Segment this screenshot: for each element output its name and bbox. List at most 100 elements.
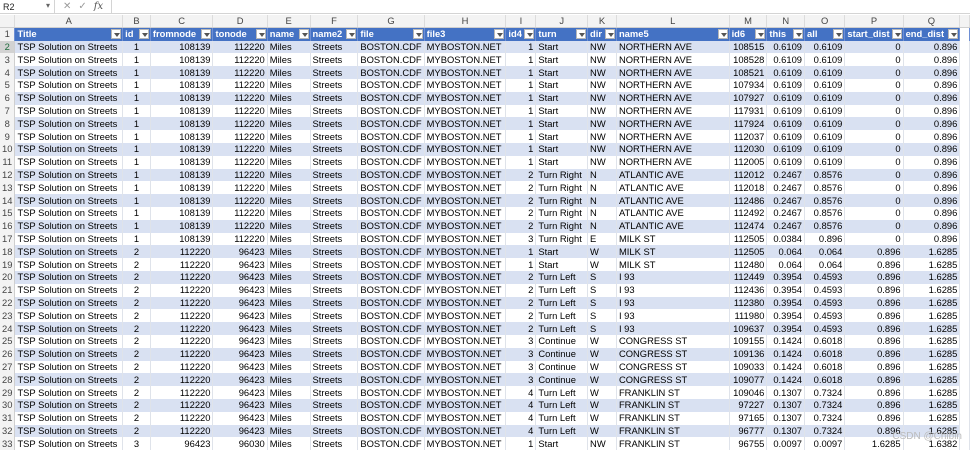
table-cell[interactable]: Miles [267, 194, 311, 207]
table-cell[interactable]: BOSTON.CDF [357, 322, 425, 335]
column-header-g[interactable]: G [357, 15, 425, 29]
table-cell[interactable]: 0.896 [844, 296, 904, 310]
table-cell[interactable]: 0.6109 [766, 91, 806, 105]
table-cell[interactable]: 0.6109 [804, 40, 846, 54]
row-header[interactable]: 2 [0, 40, 16, 54]
empty-cell[interactable] [959, 142, 970, 156]
table-cell[interactable]: BOSTON.CDF [357, 66, 425, 79]
table-cell[interactable]: Turn Left [535, 270, 589, 284]
table-cell[interactable]: BOSTON.CDF [357, 232, 425, 246]
empty-cell[interactable] [959, 53, 970, 67]
empty-cell[interactable] [959, 411, 970, 425]
empty-cell[interactable] [959, 283, 970, 297]
empty-cell[interactable] [959, 130, 970, 143]
table-cell[interactable]: 0.896 [903, 78, 961, 92]
table-cell[interactable]: BOSTON.CDF [357, 386, 425, 399]
table-cell[interactable]: 1.6285 [903, 373, 961, 387]
table-cell[interactable]: Streets [310, 91, 359, 105]
table-cell[interactable]: MYBOSTON.NET [424, 245, 507, 259]
row-header[interactable]: 12 [0, 168, 16, 182]
table-cell[interactable]: Streets [310, 398, 359, 412]
table-cell[interactable]: Turn Right [535, 168, 589, 182]
empty-cell[interactable] [959, 155, 970, 169]
table-cell[interactable]: 2 [122, 411, 151, 425]
table-cell[interactable]: 2 [505, 283, 537, 297]
table-cell[interactable]: MYBOSTON.NET [424, 347, 507, 361]
table-cell[interactable]: MYBOSTON.NET [424, 386, 507, 399]
table-header-cell[interactable]: id4 [505, 27, 537, 41]
table-cell[interactable]: Continue [535, 347, 589, 361]
table-cell[interactable]: 2 [505, 309, 537, 323]
table-cell[interactable]: 0.4593 [804, 309, 846, 323]
table-cell[interactable]: 1 [122, 142, 151, 156]
table-cell[interactable]: N [587, 168, 617, 182]
table-cell[interactable]: 0.6109 [766, 53, 806, 67]
table-cell[interactable]: 112220 [150, 283, 214, 297]
table-cell[interactable]: 2 [122, 424, 151, 438]
table-cell[interactable]: 0.6109 [804, 66, 846, 79]
table-cell[interactable]: 2 [505, 168, 537, 182]
table-cell[interactable]: 112220 [150, 296, 214, 310]
table-cell[interactable]: TSP Solution on Streets [14, 437, 124, 450]
table-cell[interactable]: TSP Solution on Streets [14, 322, 124, 335]
table-cell[interactable]: Miles [267, 334, 311, 348]
table-cell[interactable]: 109155 [729, 334, 768, 348]
table-cell[interactable]: NORTHERN AVE [616, 78, 730, 92]
table-header-cell[interactable]: file [357, 27, 425, 41]
table-cell[interactable]: 0.8576 [804, 168, 846, 182]
table-cell[interactable]: 1.6285 [903, 398, 961, 412]
table-cell[interactable]: BOSTON.CDF [357, 360, 425, 374]
table-cell[interactable]: NORTHERN AVE [616, 66, 730, 79]
table-cell[interactable]: MYBOSTON.NET [424, 155, 507, 169]
table-cell[interactable]: FRANKLIN ST [616, 411, 730, 425]
row-header[interactable]: 5 [0, 78, 16, 92]
table-cell[interactable]: 112380 [729, 296, 768, 310]
table-cell[interactable]: NW [587, 130, 617, 143]
table-cell[interactable]: MILK ST [616, 245, 730, 259]
table-cell[interactable]: 2 [122, 296, 151, 310]
empty-cell[interactable] [959, 206, 970, 220]
table-cell[interactable]: 0.4593 [804, 283, 846, 297]
table-cell[interactable]: 0 [844, 117, 904, 131]
table-cell[interactable]: 0.0097 [766, 437, 806, 450]
table-cell[interactable]: NW [587, 117, 617, 131]
table-cell[interactable]: N [587, 181, 617, 195]
table-cell[interactable]: MYBOSTON.NET [424, 373, 507, 387]
table-cell[interactable]: 0.6109 [766, 155, 806, 169]
table-cell[interactable]: 1 [505, 104, 537, 118]
table-cell[interactable]: 0.064 [766, 245, 806, 259]
table-cell[interactable]: 0.896 [844, 309, 904, 323]
table-cell[interactable]: Miles [267, 360, 311, 374]
table-cell[interactable]: 112220 [212, 40, 268, 54]
table-cell[interactable]: TSP Solution on Streets [14, 334, 124, 348]
table-cell[interactable]: 96423 [212, 411, 268, 425]
table-cell[interactable]: BOSTON.CDF [357, 142, 425, 156]
table-cell[interactable]: 108521 [729, 66, 768, 79]
table-cell[interactable]: Miles [267, 53, 311, 67]
table-cell[interactable]: TSP Solution on Streets [14, 398, 124, 412]
row-header[interactable]: 11 [0, 155, 16, 169]
table-cell[interactable]: 0 [844, 219, 904, 233]
table-cell[interactable]: S [587, 283, 617, 297]
table-cell[interactable]: BOSTON.CDF [357, 334, 425, 348]
table-cell[interactable]: 2 [505, 296, 537, 310]
table-cell[interactable]: MYBOSTON.NET [424, 309, 507, 323]
table-cell[interactable]: Turn Right [535, 194, 589, 207]
table-cell[interactable]: BOSTON.CDF [357, 270, 425, 284]
table-cell[interactable]: 0.896 [903, 181, 961, 195]
table-cell[interactable]: MYBOSTON.NET [424, 117, 507, 131]
column-header-l[interactable]: L [616, 15, 730, 29]
table-header-cell[interactable]: end_dist [903, 27, 961, 41]
table-cell[interactable]: 108139 [150, 53, 214, 67]
table-cell[interactable]: NORTHERN AVE [616, 117, 730, 131]
table-cell[interactable]: NORTHERN AVE [616, 142, 730, 156]
table-cell[interactable]: 0 [844, 66, 904, 79]
table-cell[interactable]: 96423 [212, 245, 268, 259]
table-cell[interactable]: TSP Solution on Streets [14, 232, 124, 246]
filter-dropdown-icon[interactable] [891, 29, 902, 40]
table-cell[interactable]: BOSTON.CDF [357, 398, 425, 412]
table-cell[interactable]: Continue [535, 373, 589, 387]
table-cell[interactable]: I 93 [616, 322, 730, 335]
table-cell[interactable]: 0.6018 [804, 347, 846, 361]
table-cell[interactable]: MYBOSTON.NET [424, 130, 507, 143]
